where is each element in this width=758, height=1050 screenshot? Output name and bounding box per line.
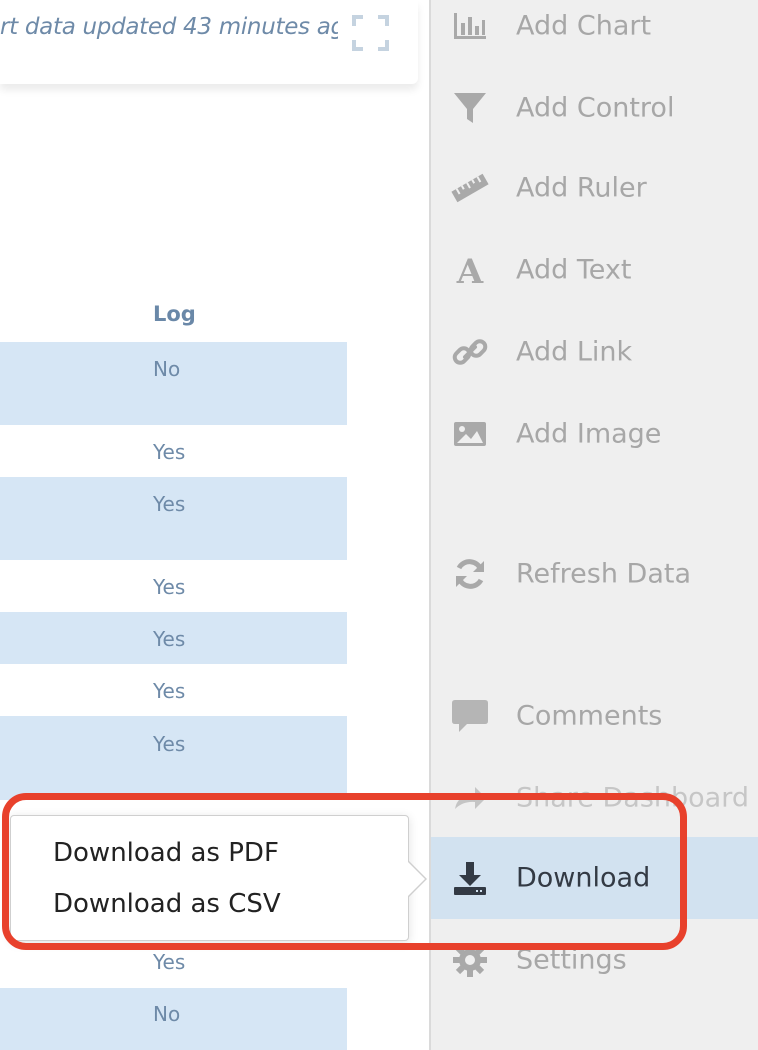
table-row: Yes (0, 425, 347, 477)
sidebar-item-label: Settings (516, 944, 627, 976)
link-icon (452, 339, 488, 365)
sidebar-item-label: Share Dashboard (516, 782, 749, 814)
sidebar-item-label: Comments (516, 700, 663, 732)
sidebar-item-add-text[interactable]: A Add Text (431, 229, 758, 311)
image-icon (454, 422, 486, 446)
column-header-log[interactable]: Log (153, 302, 196, 326)
expand-icon[interactable] (352, 15, 389, 51)
table-row: Yes (0, 612, 347, 664)
table-row: No (0, 988, 347, 1050)
download-csv-option[interactable]: Download as CSV (53, 889, 281, 919)
table-row: Yes (0, 477, 347, 560)
sidebar-item-download[interactable]: Download (431, 837, 758, 919)
ruler-icon (451, 173, 489, 203)
dashboard-sidebar: Add Chart Add Control Add Ruler A Add Te… (429, 0, 758, 1050)
log-cell: No (153, 357, 181, 381)
sidebar-item-add-ruler[interactable]: Add Ruler (431, 147, 758, 229)
share-icon (455, 787, 486, 809)
text-icon: A (456, 252, 484, 289)
comment-icon (452, 700, 488, 732)
bar-chart-icon (454, 13, 486, 39)
log-cell: Yes (153, 627, 186, 651)
sidebar-item-add-chart[interactable]: Add Chart (431, 0, 758, 67)
popover-arrow-fill (407, 861, 425, 897)
header-card: rt data updated 43 minutes ago (0, 0, 418, 84)
sidebar-item-label: Add Image (516, 418, 662, 450)
table-row: No (0, 342, 347, 425)
sidebar-item-comments[interactable]: Comments (431, 675, 758, 757)
log-cell: Yes (153, 679, 186, 703)
filter-icon (454, 93, 486, 123)
sidebar-item-label: Add Control (516, 92, 675, 124)
sidebar-item-share-dashboard[interactable]: Share Dashboard (431, 757, 758, 839)
download-pdf-option[interactable]: Download as PDF (53, 838, 279, 868)
sidebar-item-add-link[interactable]: Add Link (431, 311, 758, 393)
log-cell: Yes (153, 950, 186, 974)
download-menu: Download as PDF Download as CSV (10, 815, 427, 941)
refresh-icon (456, 559, 484, 589)
gear-icon (453, 943, 487, 977)
sidebar-item-label: Download (516, 862, 651, 894)
log-cell: Yes (153, 732, 186, 756)
log-cell: Yes (153, 492, 186, 516)
table-row: Yes (0, 716, 347, 800)
download-icon (454, 862, 486, 895)
table-row: Yes (0, 664, 347, 716)
log-cell: Yes (153, 575, 186, 599)
sidebar-item-refresh-data[interactable]: Refresh Data (431, 533, 758, 615)
sidebar-item-label: Add Link (516, 336, 633, 368)
sidebar-item-add-image[interactable]: Add Image (431, 393, 758, 475)
svg-text:A: A (456, 252, 484, 289)
sidebar-item-label: Add Chart (516, 10, 652, 42)
table-row: Yes (0, 935, 347, 988)
sidebar-item-settings[interactable]: Settings (431, 919, 758, 1001)
table-row: Yes (0, 560, 347, 612)
data-updated-status: rt data updated 43 minutes ago (0, 14, 338, 40)
sidebar-item-add-control[interactable]: Add Control (431, 67, 758, 149)
sidebar-item-label: Add Ruler (516, 172, 647, 204)
sidebar-item-label: Refresh Data (516, 558, 692, 590)
log-cell: No (153, 1002, 181, 1026)
log-cell: Yes (153, 440, 186, 464)
sidebar-item-label: Add Text (516, 254, 632, 286)
